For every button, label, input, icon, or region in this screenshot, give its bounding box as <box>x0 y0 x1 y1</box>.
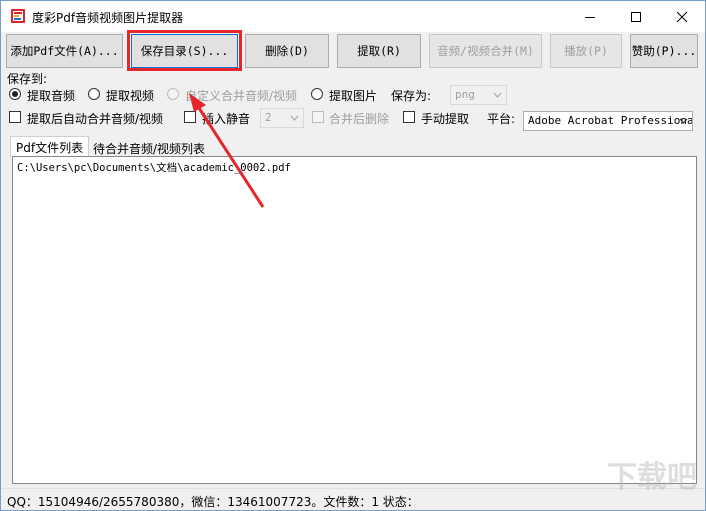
save-to-label: 保存到: <box>7 72 48 86</box>
save-as-format-select[interactable]: png <box>450 85 507 105</box>
chevron-down-icon <box>290 115 299 121</box>
delete-after-merge-checkbox[interactable] <box>312 111 324 123</box>
list-item[interactable]: C:\Users\pc\Documents\文档\academic_0002.p… <box>17 160 291 175</box>
add-pdf-button[interactable]: 添加Pdf文件(A)... <box>6 34 123 68</box>
manual-extract-label[interactable]: 手动提取 <box>421 110 469 127</box>
platform-value: Adobe Acrobat Professional <box>528 114 693 127</box>
silence-seconds-select[interactable]: 2 <box>260 108 304 128</box>
tab-merge-list[interactable]: 待合并音频/视频列表 <box>88 138 210 158</box>
delete-button[interactable]: 删除(D) <box>245 34 329 68</box>
chevron-down-icon <box>493 92 502 98</box>
silence-seconds-value: 2 <box>265 111 272 124</box>
radio-extract-image-label[interactable]: 提取图片 <box>329 87 377 104</box>
radio-extract-audio-label[interactable]: 提取音频 <box>27 87 75 104</box>
manual-extract-checkbox[interactable] <box>403 111 415 123</box>
radio-custom-merge[interactable] <box>167 88 179 100</box>
delete-after-merge-label[interactable]: 合并后删除 <box>329 110 389 127</box>
radio-extract-video-label[interactable]: 提取视频 <box>106 87 154 104</box>
pdf-file-list[interactable]: C:\Users\pc\Documents\文档\academic_0002.p… <box>12 156 697 484</box>
auto-merge-label[interactable]: 提取后自动合并音频/视频 <box>27 110 163 127</box>
radio-extract-audio[interactable] <box>9 88 21 100</box>
insert-silence-label[interactable]: 插入静音 <box>202 110 250 127</box>
maximize-icon <box>631 11 641 22</box>
chevron-down-icon <box>679 118 688 124</box>
radio-custom-merge-label[interactable]: 自定义合并音频/视频 <box>185 87 297 104</box>
auto-merge-checkbox[interactable] <box>9 111 21 123</box>
minimize-icon <box>585 16 595 18</box>
radio-extract-video[interactable] <box>88 88 100 100</box>
radio-extract-image[interactable] <box>311 88 323 100</box>
platform-label: 平台: <box>487 112 516 126</box>
title-bar: 度彩Pdf音频视频图片提取器 <box>1 1 705 32</box>
save-as-label: 保存为: <box>391 89 432 103</box>
donate-button[interactable]: 赞助(P)... <box>630 34 698 68</box>
extract-button[interactable]: 提取(R) <box>337 34 421 68</box>
close-button[interactable] <box>659 1 705 32</box>
minimize-button[interactable] <box>567 1 613 32</box>
status-text: QQ：15104946/2655780380，微信：13461007723。文件… <box>7 495 419 509</box>
play-button[interactable]: 播放(P) <box>550 34 622 68</box>
platform-select[interactable]: Adobe Acrobat Professional <box>523 111 693 131</box>
tab-pdf-file-list[interactable]: Pdf文件列表 <box>10 136 90 158</box>
insert-silence-checkbox[interactable] <box>184 111 196 123</box>
save-directory-button[interactable]: 保存目录(S)... <box>131 34 238 68</box>
maximize-button[interactable] <box>613 1 659 32</box>
merge-audio-video-button[interactable]: 音频/视频合并(M) <box>429 34 542 68</box>
app-logo-icon <box>11 9 25 23</box>
status-bar: QQ：15104946/2655780380，微信：13461007723。文件… <box>1 488 705 510</box>
close-icon <box>676 11 688 22</box>
save-as-format-value: png <box>455 88 475 101</box>
app-window: 度彩Pdf音频视频图片提取器 添加Pdf文件(A)... 保存目录(S)... … <box>0 0 706 511</box>
window-title: 度彩Pdf音频视频图片提取器 <box>32 11 184 25</box>
